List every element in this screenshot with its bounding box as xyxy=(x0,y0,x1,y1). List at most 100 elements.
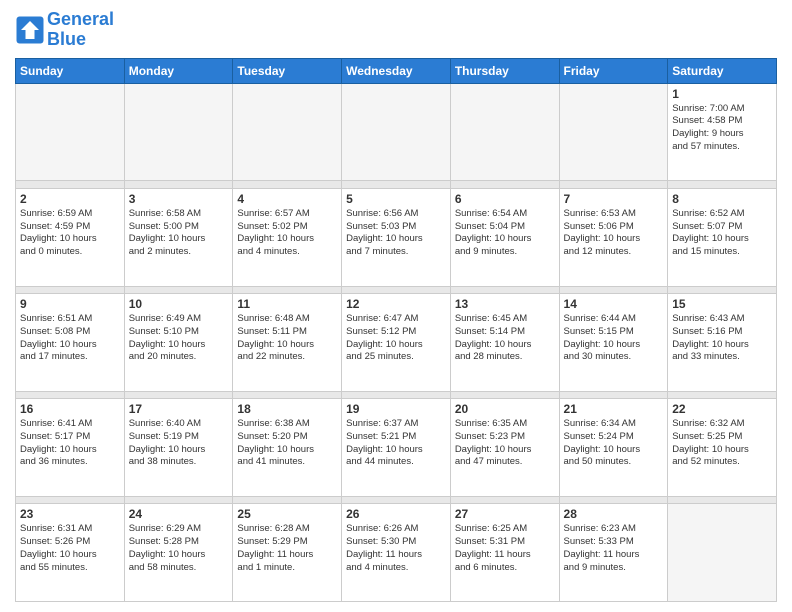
calendar-cell xyxy=(450,83,559,181)
row-divider-cell xyxy=(233,286,342,293)
calendar-cell xyxy=(16,83,125,181)
row-divider-cell xyxy=(342,496,451,503)
day-info: Sunrise: 6:40 AM Sunset: 5:19 PM Dayligh… xyxy=(129,418,229,469)
day-info: Sunrise: 6:54 AM Sunset: 5:04 PM Dayligh… xyxy=(455,208,555,259)
day-info: Sunrise: 6:43 AM Sunset: 5:16 PM Dayligh… xyxy=(672,313,772,364)
calendar-cell: 16 Sunrise: 6:41 AM Sunset: 5:17 PM Dayli… xyxy=(16,399,125,497)
row-divider-cell xyxy=(342,391,451,398)
day-number: 16 xyxy=(20,402,120,416)
day-header-tuesday: Tuesday xyxy=(233,58,342,83)
day-number: 3 xyxy=(129,192,229,206)
row-divider-cell xyxy=(668,496,777,503)
calendar-cell: 2Sunrise: 6:59 AM Sunset: 4:59 PM Daylig… xyxy=(16,188,125,286)
day-number: 24 xyxy=(129,507,229,521)
logo: General Blue xyxy=(15,10,114,50)
day-number: 11 xyxy=(237,297,337,311)
calendar-cell: 6 Sunrise: 6:54 AM Sunset: 5:04 PM Daylig… xyxy=(450,188,559,286)
day-number: 21 xyxy=(564,402,664,416)
day-number: 5 xyxy=(346,192,446,206)
row-divider-cell xyxy=(233,391,342,398)
calendar-cell: 4 Sunrise: 6:57 AM Sunset: 5:02 PM Daylig… xyxy=(233,188,342,286)
day-info: Sunrise: 6:23 AM Sunset: 5:33 PM Dayligh… xyxy=(564,523,664,574)
day-info: Sunrise: 6:28 AM Sunset: 5:29 PM Dayligh… xyxy=(237,523,337,574)
calendar-cell xyxy=(233,83,342,181)
day-info: Sunrise: 6:58 AM Sunset: 5:00 PM Dayligh… xyxy=(129,208,229,259)
day-info: Sunrise: 6:25 AM Sunset: 5:31 PM Dayligh… xyxy=(455,523,555,574)
day-number: 9 xyxy=(20,297,120,311)
day-info: Sunrise: 6:45 AM Sunset: 5:14 PM Dayligh… xyxy=(455,313,555,364)
day-number: 8 xyxy=(672,192,772,206)
calendar-cell: 25Sunrise: 6:28 AM Sunset: 5:29 PM Dayli… xyxy=(233,504,342,602)
calendar-cell: 8 Sunrise: 6:52 AM Sunset: 5:07 PM Daylig… xyxy=(668,188,777,286)
day-info: Sunrise: 6:59 AM Sunset: 4:59 PM Dayligh… xyxy=(20,208,120,259)
day-number: 10 xyxy=(129,297,229,311)
calendar-cell: 15 Sunrise: 6:43 AM Sunset: 5:16 PM Dayli… xyxy=(668,293,777,391)
day-header-friday: Friday xyxy=(559,58,668,83)
day-info: Sunrise: 6:41 AM Sunset: 5:17 PM Dayligh… xyxy=(20,418,120,469)
day-number: 6 xyxy=(455,192,555,206)
row-divider-cell xyxy=(559,496,668,503)
day-number: 26 xyxy=(346,507,446,521)
day-info: Sunrise: 6:31 AM Sunset: 5:26 PM Dayligh… xyxy=(20,523,120,574)
day-info: Sunrise: 6:35 AM Sunset: 5:23 PM Dayligh… xyxy=(455,418,555,469)
day-number: 22 xyxy=(672,402,772,416)
row-divider-cell xyxy=(450,391,559,398)
calendar-cell: 28 Sunrise: 6:23 AM Sunset: 5:33 PM Dayli… xyxy=(559,504,668,602)
row-divider-cell xyxy=(124,496,233,503)
row-divider-cell xyxy=(559,181,668,188)
day-number: 4 xyxy=(237,192,337,206)
calendar-cell xyxy=(342,83,451,181)
day-number: 23 xyxy=(20,507,120,521)
day-number: 20 xyxy=(455,402,555,416)
day-info: Sunrise: 6:38 AM Sunset: 5:20 PM Dayligh… xyxy=(237,418,337,469)
row-divider-cell xyxy=(124,286,233,293)
calendar-cell: 13 Sunrise: 6:45 AM Sunset: 5:14 PM Dayli… xyxy=(450,293,559,391)
calendar-cell: 27Sunrise: 6:25 AM Sunset: 5:31 PM Dayli… xyxy=(450,504,559,602)
row-divider-cell xyxy=(668,181,777,188)
calendar-cell: 11 Sunrise: 6:48 AM Sunset: 5:11 PM Dayli… xyxy=(233,293,342,391)
day-number: 28 xyxy=(564,507,664,521)
day-header-wednesday: Wednesday xyxy=(342,58,451,83)
day-info: Sunrise: 6:52 AM Sunset: 5:07 PM Dayligh… xyxy=(672,208,772,259)
row-divider-cell xyxy=(16,496,125,503)
calendar-cell: 9Sunrise: 6:51 AM Sunset: 5:08 PM Daylig… xyxy=(16,293,125,391)
day-info: Sunrise: 6:57 AM Sunset: 5:02 PM Dayligh… xyxy=(237,208,337,259)
day-number: 18 xyxy=(237,402,337,416)
logo-icon xyxy=(15,15,45,45)
row-divider-cell xyxy=(668,391,777,398)
calendar-cell: 23 Sunrise: 6:31 AM Sunset: 5:26 PM Dayli… xyxy=(16,504,125,602)
row-divider-cell xyxy=(342,181,451,188)
day-number: 17 xyxy=(129,402,229,416)
day-number: 7 xyxy=(564,192,664,206)
day-info: Sunrise: 6:56 AM Sunset: 5:03 PM Dayligh… xyxy=(346,208,446,259)
calendar-cell: 21 Sunrise: 6:34 AM Sunset: 5:24 PM Dayli… xyxy=(559,399,668,497)
row-divider-cell xyxy=(16,286,125,293)
day-number: 14 xyxy=(564,297,664,311)
calendar-cell: 3 Sunrise: 6:58 AM Sunset: 5:00 PM Daylig… xyxy=(124,188,233,286)
row-divider-cell xyxy=(450,286,559,293)
calendar-cell: 1Sunrise: 7:00 AM Sunset: 4:58 PM Daylig… xyxy=(668,83,777,181)
row-divider-cell xyxy=(668,286,777,293)
day-header-sunday: Sunday xyxy=(16,58,125,83)
row-divider-cell xyxy=(16,181,125,188)
day-info: Sunrise: 6:34 AM Sunset: 5:24 PM Dayligh… xyxy=(564,418,664,469)
day-number: 15 xyxy=(672,297,772,311)
day-header-thursday: Thursday xyxy=(450,58,559,83)
calendar-table: SundayMondayTuesdayWednesdayThursdayFrid… xyxy=(15,58,777,602)
day-number: 19 xyxy=(346,402,446,416)
day-number: 1 xyxy=(672,87,772,101)
day-info: Sunrise: 6:44 AM Sunset: 5:15 PM Dayligh… xyxy=(564,313,664,364)
day-info: Sunrise: 6:37 AM Sunset: 5:21 PM Dayligh… xyxy=(346,418,446,469)
day-number: 13 xyxy=(455,297,555,311)
day-number: 12 xyxy=(346,297,446,311)
day-info: Sunrise: 6:49 AM Sunset: 5:10 PM Dayligh… xyxy=(129,313,229,364)
day-info: Sunrise: 6:48 AM Sunset: 5:11 PM Dayligh… xyxy=(237,313,337,364)
calendar-cell xyxy=(559,83,668,181)
calendar-cell: 18 Sunrise: 6:38 AM Sunset: 5:20 PM Dayli… xyxy=(233,399,342,497)
day-info: Sunrise: 6:26 AM Sunset: 5:30 PM Dayligh… xyxy=(346,523,446,574)
calendar-cell: 5 Sunrise: 6:56 AM Sunset: 5:03 PM Daylig… xyxy=(342,188,451,286)
day-info: Sunrise: 6:29 AM Sunset: 5:28 PM Dayligh… xyxy=(129,523,229,574)
day-header-monday: Monday xyxy=(124,58,233,83)
row-divider-cell xyxy=(233,181,342,188)
calendar-cell: 12Sunrise: 6:47 AM Sunset: 5:12 PM Dayli… xyxy=(342,293,451,391)
